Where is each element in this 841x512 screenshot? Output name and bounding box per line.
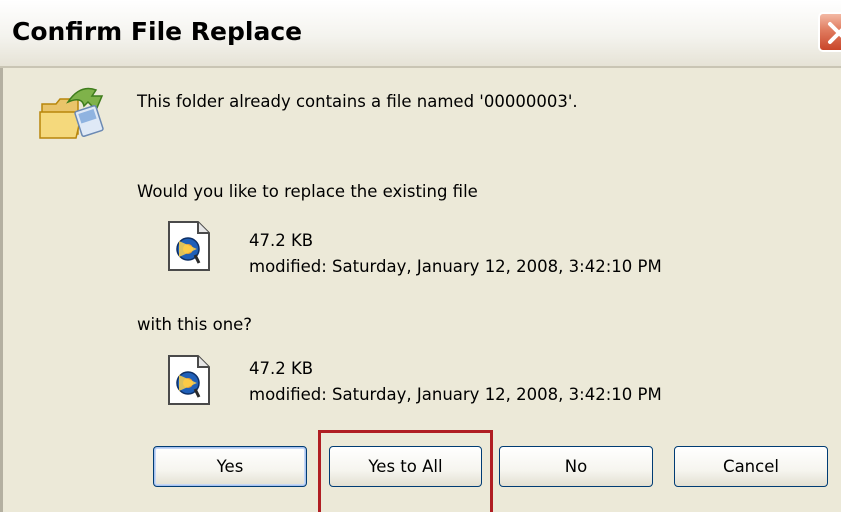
new-file-modified: modified: Saturday, January 12, 2008, 3:… <box>249 385 662 404</box>
yes-to-all-button[interactable]: Yes to All <box>329 446 482 487</box>
replace-question: Would you like to replace the existing f… <box>137 182 478 201</box>
close-button[interactable] <box>818 12 841 52</box>
title-bar[interactable]: Confirm File Replace <box>0 0 841 68</box>
cancel-button[interactable]: Cancel <box>674 446 828 487</box>
replace-message: This folder already contains a file name… <box>137 92 578 111</box>
confirm-file-replace-dialog: Confirm File Replace This folder already… <box>0 0 841 512</box>
media-file-icon <box>168 221 210 271</box>
existing-file-modified: modified: Saturday, January 12, 2008, 3:… <box>249 257 662 276</box>
folder-move-icon <box>39 87 104 139</box>
media-file-icon <box>168 355 210 405</box>
with-this-one-label: with this one? <box>137 315 253 334</box>
close-icon <box>828 22 841 44</box>
no-button[interactable]: No <box>499 446 653 487</box>
new-file-size: 47.2 KB <box>249 359 314 378</box>
yes-button[interactable]: Yes <box>153 446 307 487</box>
dialog-title: Confirm File Replace <box>12 17 303 46</box>
existing-file-size: 47.2 KB <box>249 231 314 250</box>
